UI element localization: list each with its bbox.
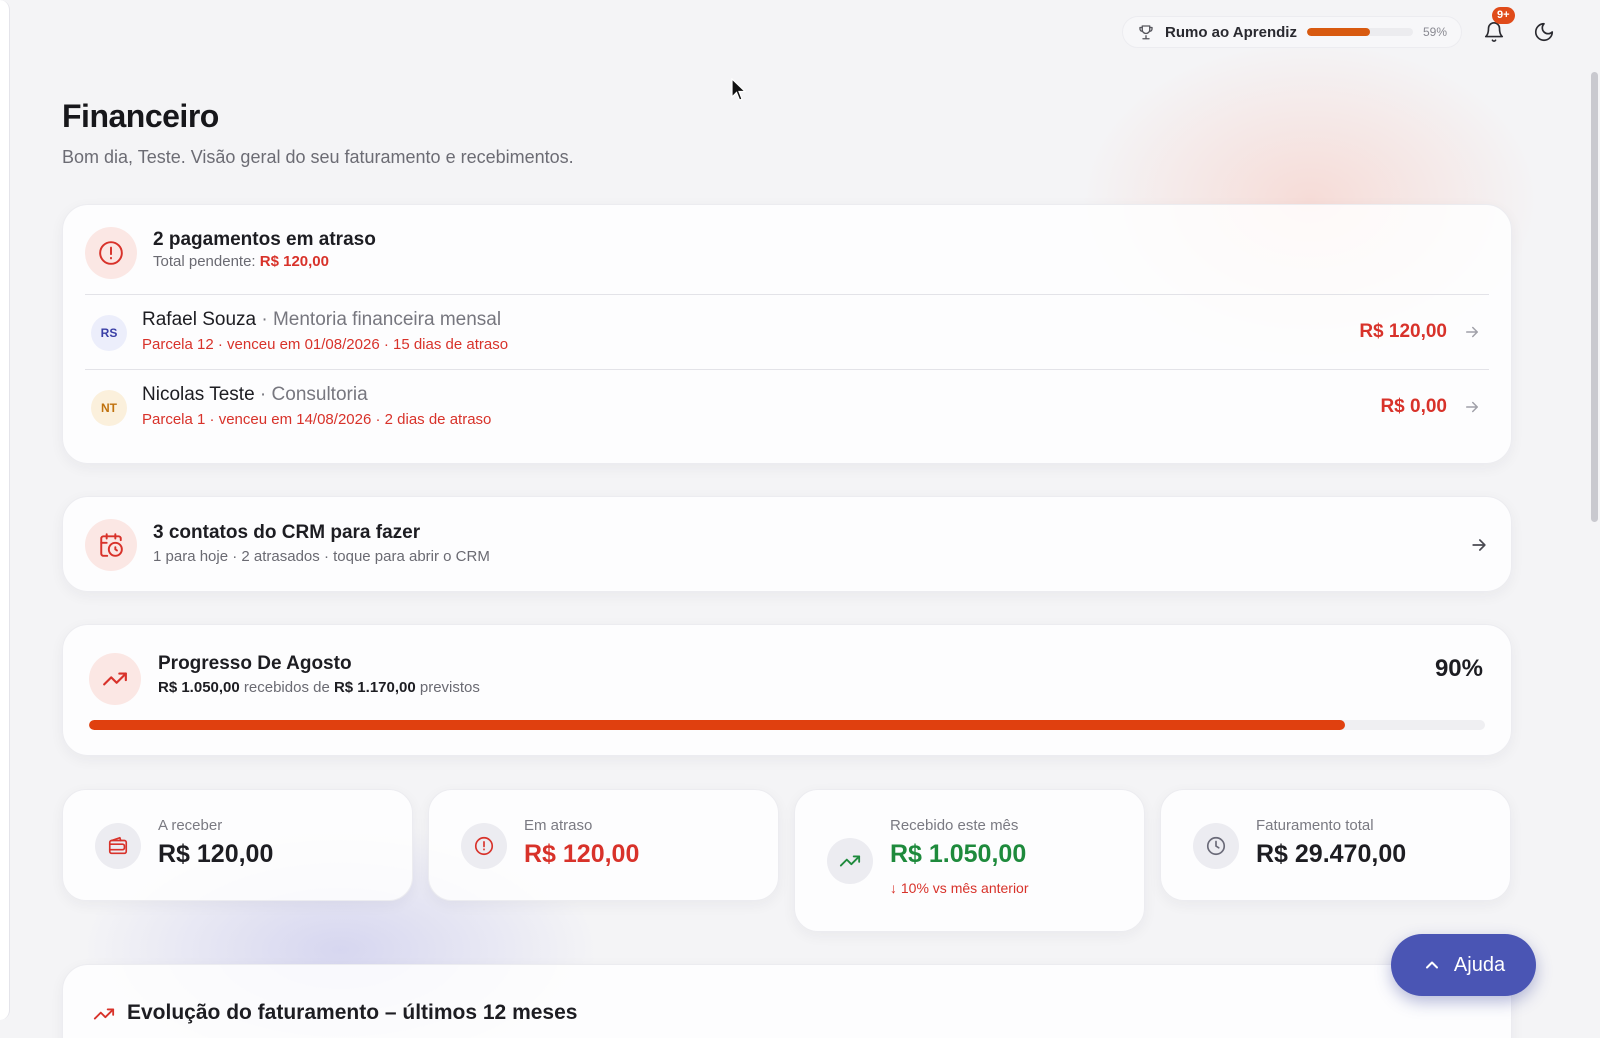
- page-title: Financeiro: [62, 98, 219, 134]
- overdue-pending: Total pendente: R$ 120,00: [153, 253, 329, 270]
- client-name: Nicolas Teste: [142, 384, 255, 405]
- clock-icon: [1206, 836, 1226, 856]
- installment-detail: Parcela 12 · venceu em 01/08/2026 · 15 d…: [142, 336, 509, 353]
- crm-title: 3 contatos do CRM para fazer: [153, 522, 421, 543]
- notifications-button[interactable]: 9+: [1476, 7, 1515, 50]
- avatar: NT: [91, 390, 127, 426]
- alert-icon: [474, 836, 494, 856]
- progress-icon-wrap: [89, 653, 141, 705]
- level-progress-fill: [1306, 28, 1370, 36]
- theme-toggle-button[interactable]: [1526, 14, 1562, 50]
- trending-up-icon: [103, 672, 127, 686]
- level-percent: 59%: [1422, 25, 1447, 39]
- overdue-amount: R$ 0,00: [1380, 396, 1447, 417]
- moon-icon: [1534, 22, 1554, 42]
- help-button[interactable]: Ajuda: [1391, 934, 1536, 996]
- service-name: · Consultoria: [254, 384, 368, 405]
- help-label: Ajuda: [1453, 953, 1506, 976]
- expected-label: previstos: [415, 679, 480, 696]
- arrow-right-icon: [1466, 326, 1478, 338]
- month-progress-card: Progresso De Agosto R$ 1.050,00 recebido…: [62, 624, 1512, 756]
- overdue-amount: R$ 120,00: [1359, 321, 1447, 342]
- stat-card-receivable: A receber R$ 120,00: [62, 789, 413, 901]
- notifications-badge: 9+: [1492, 7, 1515, 24]
- client-name: Rafael Souza: [142, 309, 257, 330]
- stat-value: R$ 120,00: [524, 840, 640, 868]
- page-subtitle: Bom dia, Teste. Visão geral do seu fatur…: [62, 147, 574, 167]
- stat-icon-wrap: [95, 823, 141, 869]
- level-progress-bar: [1306, 28, 1413, 36]
- overdue-title: 2 pagamentos em atraso: [153, 229, 376, 250]
- stat-label: Faturamento total: [1256, 817, 1374, 834]
- stat-card-total-revenue: Faturamento total R$ 29.470,00: [1160, 789, 1511, 901]
- stat-icon-wrap: [461, 823, 507, 869]
- avatar: RS: [91, 315, 127, 351]
- stat-card-overdue: Em atraso R$ 120,00: [428, 789, 779, 901]
- payer-name: Nicolas Teste · Consultoria: [142, 384, 368, 406]
- stat-icon-wrap: [827, 838, 873, 884]
- top-bar: Rumo ao Aprendiz 59% 9+: [1122, 7, 1562, 50]
- level-label: Rumo ao Aprendiz: [1165, 23, 1297, 41]
- stat-delta-text: 10% vs mês anterior: [900, 880, 1029, 896]
- sidebar-edge: [0, 0, 10, 1020]
- chevron-up-icon: [1425, 961, 1438, 969]
- stat-label: A receber: [158, 817, 223, 834]
- received-amount: R$ 1.050,00: [158, 679, 240, 696]
- expected-amount: R$ 1.170,00: [333, 679, 416, 696]
- stat-label: Em atraso: [524, 817, 593, 834]
- stat-value: R$ 1.050,00: [890, 840, 1027, 868]
- level-progress-pill[interactable]: Rumo ao Aprendiz 59%: [1122, 16, 1462, 48]
- pending-amount: R$ 120,00: [259, 253, 329, 270]
- trophy-icon: [1139, 25, 1153, 40]
- pending-label: Total pendente:: [153, 253, 256, 270]
- wallet-icon: [108, 836, 128, 855]
- overdue-row-rafael[interactable]: RS Rafael Souza · Mentoria financeira me…: [85, 297, 1489, 369]
- arrow-right-icon: [1466, 401, 1478, 413]
- trending-up-icon: [839, 855, 861, 867]
- crm-icon-wrap: [85, 519, 137, 571]
- service-name: · Mentoria financeira mensal: [256, 309, 502, 330]
- overdue-payments-card: 2 pagamentos em atraso Total pendente: R…: [62, 204, 1512, 464]
- stat-value: R$ 120,00: [158, 840, 274, 868]
- crm-contacts-card[interactable]: 3 contatos do CRM para fazer 1 para hoje…: [62, 496, 1512, 592]
- payer-name: Rafael Souza · Mentoria financeira mensa…: [142, 309, 501, 331]
- divider: [85, 369, 1489, 370]
- progress-summary: R$ 1.050,00 recebidos de R$ 1.170,00 pre…: [158, 679, 480, 696]
- installment-detail: Parcela 1 · venceu em 14/08/2026 · 2 dia…: [142, 411, 492, 428]
- stat-value: R$ 29.470,00: [1256, 840, 1407, 868]
- progress-bar-fill: [89, 720, 1346, 730]
- scrollbar[interactable]: [1568, 0, 1600, 1038]
- progress-percent: 90%: [1434, 655, 1483, 682]
- arrow-down-icon: ↓: [890, 880, 897, 896]
- mouse-cursor-icon: [731, 78, 747, 101]
- crm-subtitle: 1 para hoje · 2 atrasados · toque para a…: [153, 548, 490, 565]
- arrow-right-icon: [1472, 539, 1486, 551]
- progress-bar: [89, 720, 1485, 730]
- chart-section-title: Evolução do faturamento – últimos 12 mes…: [127, 1001, 578, 1024]
- stat-icon-wrap: [1193, 823, 1239, 869]
- stat-delta: ↓ 10% vs mês anterior: [890, 880, 1029, 896]
- stat-label: Recebido este mês: [890, 817, 1019, 834]
- alert-circle-icon: [99, 241, 123, 265]
- divider: [85, 294, 1489, 295]
- scrollbar-thumb[interactable]: [1591, 72, 1598, 522]
- received-label: recebidos de: [239, 679, 334, 696]
- overdue-alert-icon-wrap: [85, 227, 137, 279]
- overdue-row-nicolas[interactable]: NT Nicolas Teste · Consultoria Parcela 1…: [85, 372, 1489, 444]
- stat-card-received-month: Recebido este mês R$ 1.050,00 ↓ 10% vs m…: [794, 789, 1145, 932]
- calendar-clock-icon: [100, 533, 123, 557]
- bell-icon: [1484, 22, 1504, 42]
- progress-title: Progresso De Agosto: [158, 653, 352, 674]
- revenue-chart-card: Evolução do faturamento – últimos 12 mes…: [62, 964, 1512, 1038]
- trending-up-icon: [93, 1008, 115, 1020]
